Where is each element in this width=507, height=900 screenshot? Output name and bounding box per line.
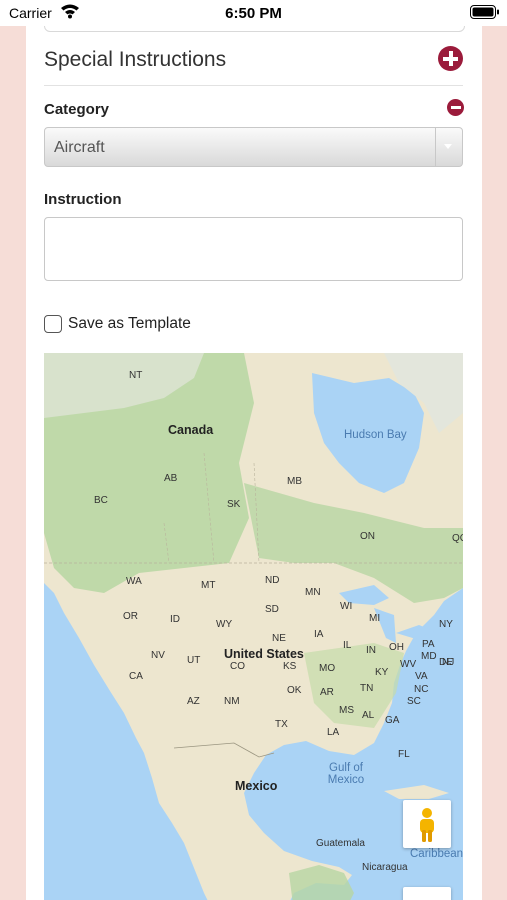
map-region-label: OK bbox=[287, 685, 302, 696]
map-country-label: Mexico bbox=[235, 779, 278, 793]
save-template-label[interactable]: Save as Template bbox=[68, 315, 191, 333]
map-country-label: Canada bbox=[168, 423, 214, 437]
map-region-label: IN bbox=[366, 645, 376, 656]
map-region-label: NC bbox=[414, 684, 429, 695]
map-region-label: SK bbox=[227, 499, 241, 510]
map-region-label: ND bbox=[265, 575, 280, 586]
map-region-label: WI bbox=[340, 601, 353, 612]
map-region-label: WA bbox=[126, 576, 142, 587]
map-region-label: ON bbox=[360, 531, 375, 542]
previous-field-edge bbox=[44, 26, 465, 32]
instruction-label: Instruction bbox=[44, 191, 122, 208]
map-region-label: MD bbox=[421, 651, 437, 662]
category-label: Category bbox=[44, 101, 110, 118]
chevron-down-icon bbox=[444, 144, 452, 149]
map-region-label: IL bbox=[343, 640, 352, 651]
map-region-label: UT bbox=[187, 655, 201, 666]
section-divider bbox=[44, 85, 463, 86]
map-region-label: NY bbox=[439, 619, 453, 630]
map-region-label: SC bbox=[407, 696, 421, 707]
category-select-value: Aircraft bbox=[54, 139, 105, 156]
map-region-label: MS bbox=[339, 705, 354, 716]
map-region-label: IA bbox=[314, 629, 324, 640]
map-region-label: VA bbox=[415, 671, 428, 682]
category-select[interactable]: Aircraft bbox=[44, 127, 463, 167]
map-region-label: AR bbox=[320, 687, 334, 698]
map-view[interactable]: NT Canada Hudson Bay AB MB BC SK ON QC W… bbox=[44, 353, 463, 900]
map-region-label: AL bbox=[362, 710, 375, 721]
map-region-label: WV bbox=[400, 659, 417, 670]
map-region-label: KS bbox=[283, 661, 297, 672]
map-region-label: MB bbox=[287, 476, 302, 487]
map-region-label: CO bbox=[230, 661, 245, 672]
map-region-label: NM bbox=[224, 696, 240, 707]
street-view-pegman-button[interactable] bbox=[403, 800, 451, 848]
map-region-label: AZ bbox=[187, 696, 200, 707]
map-region-label: TX bbox=[275, 719, 288, 730]
map-region-label: PA bbox=[422, 639, 435, 650]
section-title: Special Instructions bbox=[44, 48, 227, 71]
map-region-label: AB bbox=[164, 473, 178, 484]
map-region-label: QC bbox=[452, 533, 463, 544]
map-region-label: ID bbox=[170, 614, 180, 625]
map-water-label: Gulf of Mexico bbox=[327, 762, 365, 786]
save-template-checkbox[interactable] bbox=[44, 315, 62, 333]
map-region-label: OH bbox=[389, 642, 404, 653]
map-water-label: Caribbean bbox=[410, 848, 463, 860]
map-region-label: GA bbox=[385, 715, 400, 726]
map-city-label: Nicaragua bbox=[362, 862, 408, 873]
instructions-card: Special Instructions Category Aircraft I… bbox=[26, 26, 482, 900]
map-region-label: SD bbox=[265, 604, 279, 615]
map-region-label: MN bbox=[305, 587, 321, 598]
map-region-label: LA bbox=[327, 727, 340, 738]
map-region-label: TN bbox=[360, 683, 374, 694]
map-zoom-control[interactable] bbox=[403, 887, 451, 900]
map-region-label: MO bbox=[319, 663, 336, 674]
add-instruction-button[interactable] bbox=[438, 46, 463, 71]
map-region-label: NE bbox=[272, 633, 286, 644]
map-region-label: MI bbox=[369, 613, 381, 624]
map-region-label: NV bbox=[151, 650, 165, 661]
remove-category-button[interactable] bbox=[447, 99, 464, 116]
instruction-textarea[interactable] bbox=[44, 217, 463, 281]
select-dropdown-toggle[interactable] bbox=[435, 128, 462, 166]
map-region-label: DE bbox=[439, 657, 453, 668]
map-region-label: OR bbox=[123, 611, 138, 622]
map-region-label: BC bbox=[94, 495, 108, 506]
map-region-label: KY bbox=[375, 667, 389, 678]
battery-icon bbox=[470, 5, 500, 25]
map-region-label: MT bbox=[201, 580, 216, 591]
map-region-label: CA bbox=[129, 671, 143, 682]
clock-time: 6:50 PM bbox=[225, 5, 282, 22]
map-country-label: United States bbox=[224, 647, 304, 661]
map-water-label: Hudson Bay bbox=[344, 429, 407, 441]
map-region-label: FL bbox=[398, 749, 410, 760]
map-region-label: NT bbox=[129, 370, 143, 381]
map-region-label: WY bbox=[216, 619, 233, 630]
map-city-label: Guatemala bbox=[316, 838, 365, 849]
status-bar: Carrier 6:50 PM bbox=[0, 0, 507, 26]
